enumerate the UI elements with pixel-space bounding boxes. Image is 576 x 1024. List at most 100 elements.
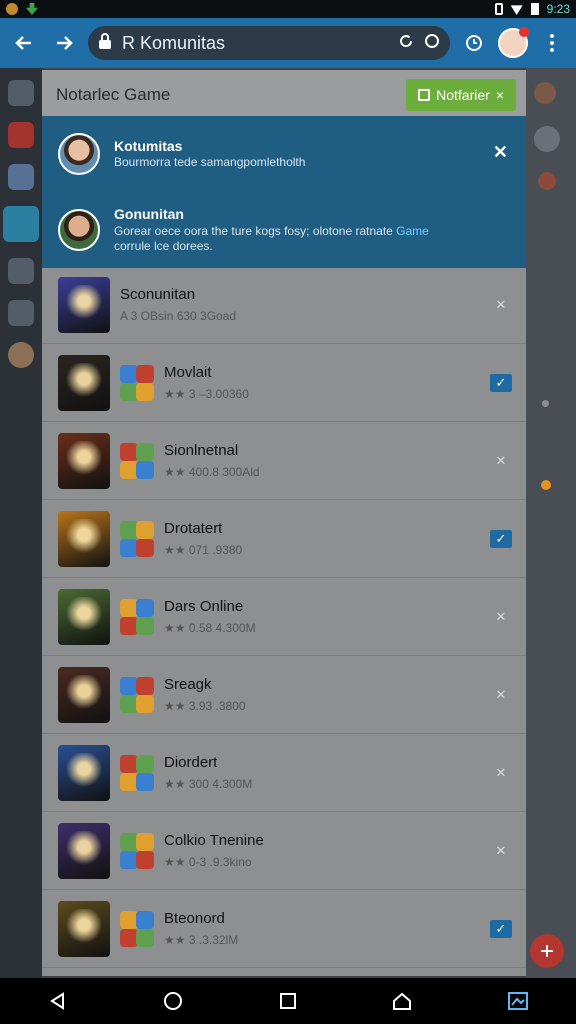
game-mini-icons bbox=[120, 675, 154, 715]
game-toggle-off-icon[interactable]: ✕ bbox=[490, 296, 512, 314]
game-mini-icons bbox=[120, 753, 154, 793]
right-avatar-1[interactable] bbox=[534, 82, 556, 104]
notification-item[interactable]: Gonunitan Gorear oece oora the ture kogs… bbox=[42, 192, 526, 268]
game-name: Colkio Tnenine bbox=[164, 832, 264, 849]
right-rail bbox=[526, 68, 576, 978]
game-mini-icon bbox=[136, 538, 154, 557]
game-mini-icon bbox=[136, 598, 154, 617]
game-art-image bbox=[58, 432, 110, 489]
address-bar[interactable]: R Komunitas bbox=[88, 26, 450, 60]
game-mini-icon bbox=[136, 442, 154, 461]
game-row[interactable]: Diordert ★★ 300 4.300M ✕ bbox=[42, 734, 526, 812]
notifications-button-label: Notfarier bbox=[436, 87, 490, 103]
game-art-image bbox=[58, 666, 110, 723]
rail-settings-icon[interactable] bbox=[8, 80, 34, 106]
game-toggle-off-icon[interactable]: ✕ bbox=[490, 764, 512, 782]
game-name: Sreagk bbox=[164, 676, 212, 693]
dismiss-icon[interactable]: ✕ bbox=[493, 142, 508, 163]
status-time: 9:23 bbox=[546, 2, 570, 16]
game-mini-icon bbox=[136, 754, 154, 773]
add-fab-button[interactable] bbox=[530, 934, 564, 968]
game-row[interactable]: Sreagk ★★ 3.93 .3800 ✕ bbox=[42, 656, 526, 734]
game-list: Sconunitan A 3 OBsin 630 3Goad ✕ Movlait ★★ … bbox=[42, 266, 526, 968]
battery-icon bbox=[530, 3, 539, 15]
game-art-image bbox=[58, 354, 110, 411]
game-toggle-off-icon[interactable]: ✕ bbox=[490, 608, 512, 626]
notifications-button[interactable]: Notfarier × bbox=[406, 79, 516, 111]
lock-icon bbox=[98, 32, 112, 54]
shield-icon[interactable] bbox=[424, 33, 440, 54]
game-name: Movlait bbox=[164, 364, 212, 381]
game-toggle-on-icon[interactable]: ✓ bbox=[490, 919, 512, 938]
notification-highlight-link[interactable]: Game bbox=[396, 224, 429, 238]
game-meta: ★★ 3 .3.32lM bbox=[164, 933, 239, 947]
game-mini-icons bbox=[120, 519, 154, 559]
game-art-image bbox=[58, 900, 110, 957]
history-icon[interactable] bbox=[458, 27, 490, 59]
right-status-dot bbox=[541, 480, 551, 490]
game-mini-icon bbox=[136, 382, 154, 401]
game-name: Drotatert bbox=[164, 520, 223, 537]
game-row[interactable]: Sionlnetnal ★★ 400.8 300Ald ✕ bbox=[42, 422, 526, 500]
game-meta: ★★ 0-3 .9.3kino bbox=[164, 855, 252, 869]
notification-avatar bbox=[58, 133, 100, 175]
game-row[interactable]: Dars Online ★★ 0.58 4.300M ✕ bbox=[42, 578, 526, 656]
right-avatar-2[interactable] bbox=[534, 126, 560, 152]
game-row[interactable]: Movlait ★★ 3 –3.00360 ✓ bbox=[42, 344, 526, 422]
notification-message-text-2: corrule lce dorees. bbox=[114, 239, 213, 254]
game-row[interactable]: Bteonord ★★ 3 .3.32lM ✓ bbox=[42, 890, 526, 968]
game-row[interactable]: Sconunitan A 3 OBsin 630 3Goad ✕ bbox=[42, 266, 526, 344]
checkbox-icon bbox=[418, 89, 431, 101]
game-mini-icons bbox=[120, 597, 154, 637]
rail-edit-icon[interactable] bbox=[3, 206, 39, 242]
game-row[interactable]: Colkio Tnenine ★★ 0-3 .9.3kino ✕ bbox=[42, 812, 526, 890]
rail-chat-icon[interactable] bbox=[8, 122, 34, 148]
game-mini-icons bbox=[120, 909, 154, 949]
notification-message: Bourmorra tede samangpomletholth bbox=[114, 155, 306, 170]
rail-image-icon[interactable] bbox=[8, 300, 34, 326]
nav-screenshot-icon[interactable] bbox=[498, 981, 538, 1021]
profile-avatar[interactable] bbox=[498, 27, 529, 58]
game-meta: A 3 OBsin 630 3Goad bbox=[120, 309, 237, 323]
refresh-icon[interactable] bbox=[398, 33, 414, 54]
game-meta: ★★ 3.93 .3800 bbox=[164, 699, 246, 713]
game-toggle-on-icon[interactable]: ✓ bbox=[490, 373, 512, 392]
nav-back-icon[interactable] bbox=[38, 981, 78, 1021]
game-name: Bteonord bbox=[164, 910, 225, 927]
game-toggle-off-icon[interactable]: ✕ bbox=[490, 842, 512, 860]
nav-home-icon[interactable] bbox=[153, 981, 193, 1021]
right-avatar-3[interactable] bbox=[538, 172, 556, 190]
notification-item[interactable]: Kotumitas Bourmorra tede samangpomlethol… bbox=[42, 116, 526, 192]
rail-profile-icon[interactable] bbox=[8, 342, 34, 368]
game-toggle-on-icon[interactable]: ✓ bbox=[490, 529, 512, 548]
game-meta: ★★ 071 .9380 bbox=[164, 543, 243, 557]
nav-recents-icon[interactable] bbox=[268, 981, 308, 1021]
game-art-image bbox=[58, 276, 110, 333]
url-text: R Komunitas bbox=[122, 32, 226, 53]
game-mini-icon bbox=[136, 832, 154, 851]
wifi-icon bbox=[510, 5, 523, 15]
forward-icon[interactable] bbox=[48, 27, 80, 59]
game-mini-icons bbox=[120, 831, 154, 871]
nav-house-icon[interactable] bbox=[383, 981, 423, 1021]
game-row[interactable]: Drotatert ★★ 071 .9380 ✓ bbox=[42, 500, 526, 578]
game-name: Dars Online bbox=[164, 598, 244, 615]
back-icon[interactable] bbox=[8, 27, 40, 59]
game-art-image bbox=[58, 822, 110, 879]
game-name: Sconunitan bbox=[120, 286, 196, 303]
game-toggle-off-icon[interactable]: ✕ bbox=[490, 686, 512, 704]
game-mini-icon bbox=[136, 676, 154, 695]
close-icon: × bbox=[495, 87, 504, 103]
notification-message-text: Gorear oece oora the ture kogs fosy; olo… bbox=[114, 223, 397, 238]
game-mini-icon bbox=[136, 460, 154, 479]
more-menu-icon[interactable] bbox=[536, 27, 568, 59]
game-art-image bbox=[58, 588, 110, 645]
alert-icon bbox=[494, 3, 503, 15]
notification-name: Kotumitas bbox=[114, 138, 183, 155]
right-indicator-dot bbox=[542, 400, 549, 407]
game-name: Diordert bbox=[164, 754, 218, 771]
game-toggle-off-icon[interactable]: ✕ bbox=[490, 452, 512, 470]
rail-tools-icon[interactable] bbox=[8, 164, 34, 190]
game-meta: ★★ 300 4.300M bbox=[164, 777, 253, 791]
rail-home-icon[interactable] bbox=[8, 258, 34, 284]
